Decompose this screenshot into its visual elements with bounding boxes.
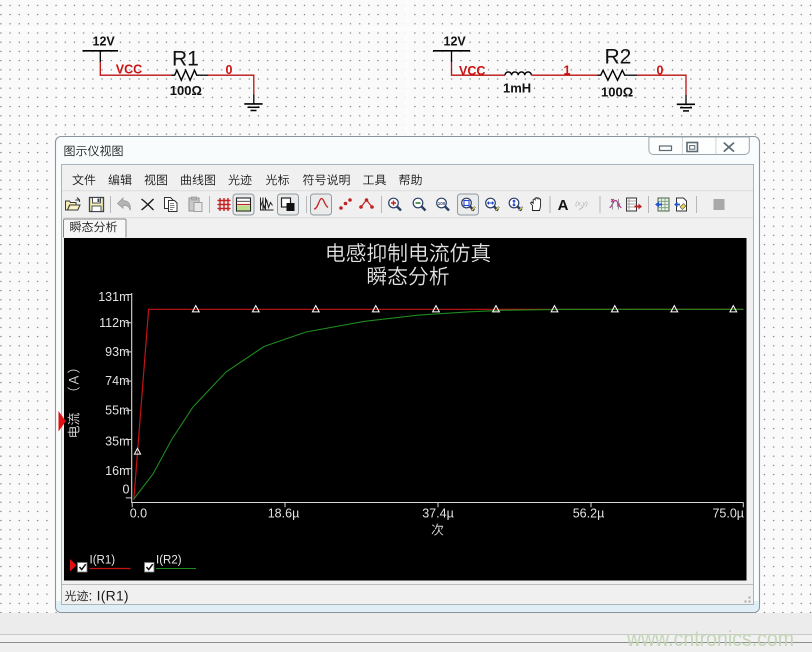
svg-text:37.4µ: 37.4µ — [422, 507, 454, 521]
svg-text:35m: 35m — [105, 434, 129, 448]
svg-text:18.6µ: 18.6µ — [268, 507, 300, 521]
svg-text:R1: R1 — [172, 48, 199, 71]
svg-text:1: 1 — [564, 64, 571, 78]
svg-text:12V: 12V — [93, 35, 116, 49]
svg-text:100Ω: 100Ω — [601, 85, 633, 100]
svg-text:74m: 74m — [105, 374, 129, 388]
svg-text:www.cntronics.com: www.cntronics.com — [626, 626, 794, 651]
svg-text:0: 0 — [226, 63, 233, 77]
svg-text:12V: 12V — [444, 35, 467, 49]
svg-text:: I(R1): : I(R1) — [89, 587, 129, 603]
svg-text:R2: R2 — [605, 46, 632, 69]
svg-text:0: 0 — [123, 482, 130, 496]
svg-text:0.0: 0.0 — [130, 507, 147, 521]
svg-text:100Ω: 100Ω — [170, 83, 202, 98]
svg-text:131m: 131m — [98, 290, 129, 304]
svg-text:A: A — [558, 197, 569, 214]
svg-text:I(R2): I(R2) — [156, 555, 182, 567]
svg-text:112m: 112m — [99, 316, 129, 330]
svg-text:16m: 16m — [105, 464, 129, 478]
svg-text:56.2µ: 56.2µ — [573, 507, 605, 521]
svg-text:I(R1): I(R1) — [90, 555, 116, 567]
svg-text:93m: 93m — [105, 345, 129, 359]
svg-text:75.0µ: 75.0µ — [712, 507, 744, 521]
svg-text:1mH: 1mH — [503, 81, 531, 96]
svg-text:VCC: VCC — [116, 63, 142, 77]
svg-text:55m: 55m — [105, 404, 129, 418]
svg-text:0: 0 — [657, 64, 664, 78]
svg-text:VCC: VCC — [459, 64, 485, 78]
svg-text:(x,y): (x,y) — [575, 201, 588, 208]
svg-text:100: 100 — [438, 201, 446, 206]
